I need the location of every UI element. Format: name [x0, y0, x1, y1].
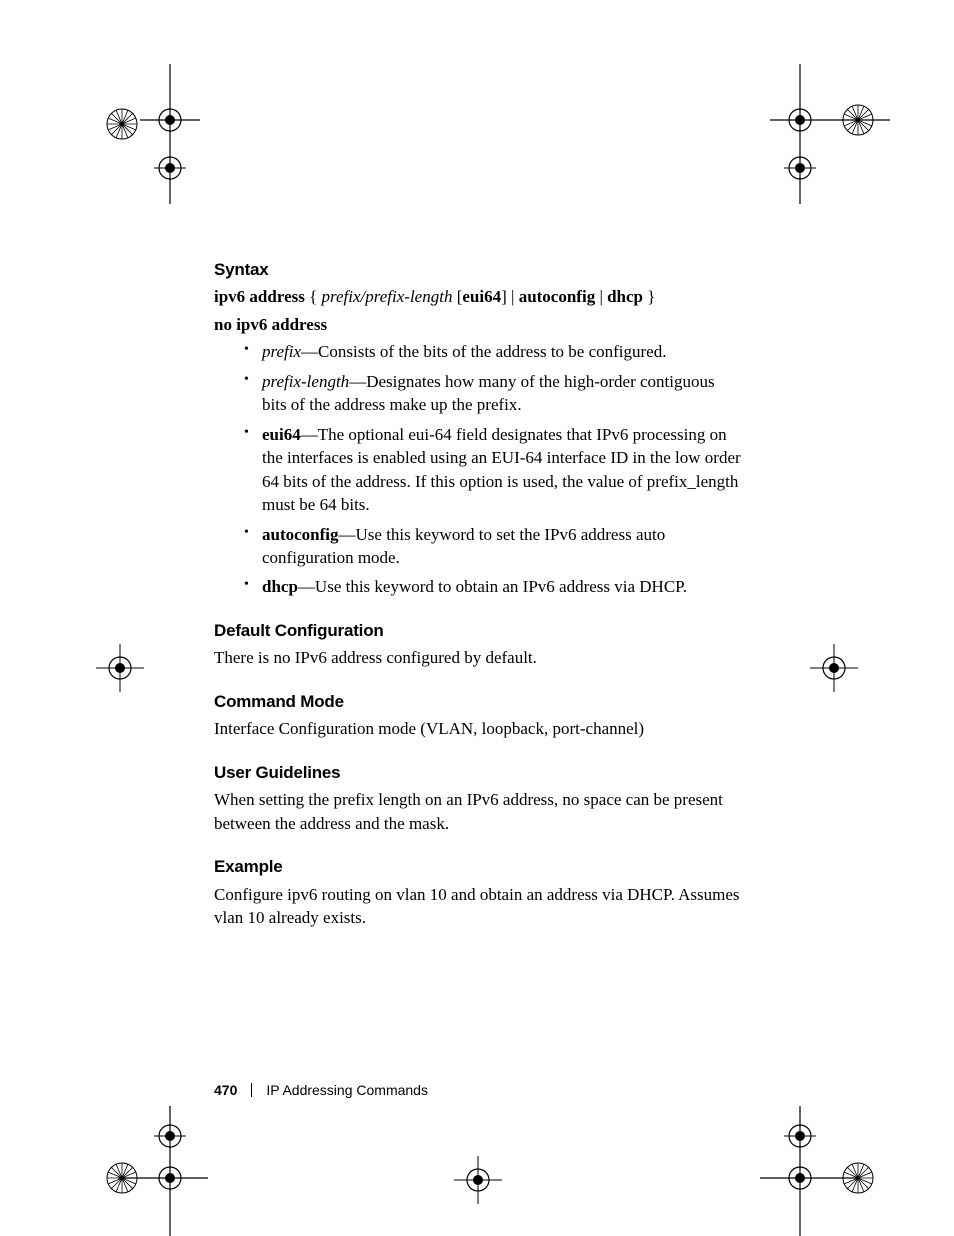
- section-command-mode: Command Mode Interface Configuration mod…: [214, 690, 742, 741]
- crop-mark-icon: [140, 64, 220, 204]
- heading-syntax: Syntax: [214, 258, 742, 281]
- body-command-mode: Interface Configuration mode (VLAN, loop…: [214, 717, 742, 740]
- section-example: Example Configure ipv6 routing on vlan 1…: [214, 855, 742, 929]
- footer-chapter: IP Addressing Commands: [266, 1082, 428, 1098]
- page-body: Syntax ipv6 address { prefix/prefix-leng…: [214, 258, 742, 929]
- section-user-guidelines: User Guidelines When setting the prefix …: [214, 761, 742, 835]
- param-item: prefix-length—Designates how many of the…: [244, 370, 742, 417]
- page-footer: 470 IP Addressing Commands: [214, 1082, 428, 1098]
- param-item: eui64—The optional eui-64 field designat…: [244, 423, 742, 517]
- page-number: 470: [214, 1082, 237, 1098]
- heading-command-mode: Command Mode: [214, 690, 742, 713]
- param-item: autoconfig—Use this keyword to set the I…: [244, 523, 742, 570]
- syntax-command-line: ipv6 address { prefix/prefix-length [eui…: [214, 285, 742, 308]
- body-example: Configure ipv6 routing on vlan 10 and ob…: [214, 883, 742, 930]
- crop-mark-icon: [78, 80, 188, 190]
- crop-mark-icon: [90, 638, 150, 698]
- crop-mark-icon: [448, 1150, 508, 1210]
- body-user-guidelines: When setting the prefix length on an IPv…: [214, 788, 742, 835]
- crop-mark-icon: [78, 1106, 228, 1236]
- heading-example: Example: [214, 855, 742, 878]
- param-item: dhcp—Use this keyword to obtain an IPv6 …: [244, 575, 742, 598]
- heading-default-config: Default Configuration: [214, 619, 742, 642]
- body-default-config: There is no IPv6 address configured by d…: [214, 646, 742, 669]
- syntax-no-command: no ipv6 address: [214, 313, 742, 336]
- param-item: prefix—Consists of the bits of the addre…: [244, 340, 742, 363]
- param-list: prefix—Consists of the bits of the addre…: [214, 340, 742, 599]
- footer-divider: [251, 1083, 252, 1097]
- crop-mark-icon: [730, 1106, 900, 1236]
- heading-user-guidelines: User Guidelines: [214, 761, 742, 784]
- crop-mark-icon: [740, 64, 890, 204]
- section-default-config: Default Configuration There is no IPv6 a…: [214, 619, 742, 670]
- crop-mark-icon: [804, 638, 864, 698]
- section-syntax: Syntax ipv6 address { prefix/prefix-leng…: [214, 258, 742, 599]
